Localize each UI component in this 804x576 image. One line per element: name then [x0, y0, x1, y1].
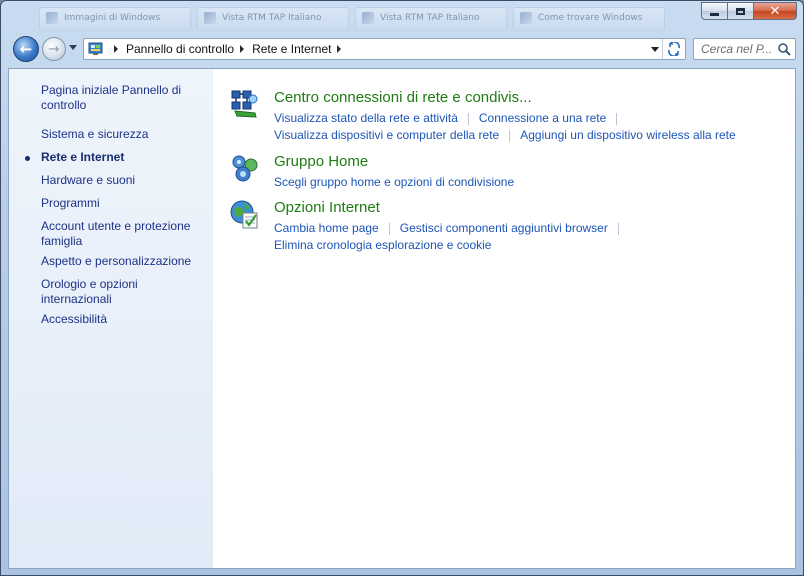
link-separator [509, 129, 511, 142]
search-input[interactable] [694, 39, 776, 59]
main-panel: Centro connessioni di rete e condivis...… [213, 69, 795, 568]
sidebar-item-system-security[interactable]: Sistema e sicurezza [41, 127, 201, 142]
minimize-button[interactable] [701, 2, 727, 20]
chevron-down-icon[interactable] [651, 47, 659, 52]
homegroup-icon[interactable] [229, 153, 261, 185]
sidebar-item-appearance[interactable]: Aspetto e personalizzazione [41, 254, 201, 269]
window-icon [520, 12, 532, 24]
sidebar-item-hardware-sound[interactable]: Hardware e suoni [41, 173, 201, 188]
window-icon [362, 12, 374, 24]
section-links-row: Scegli gruppo home e opzioni di condivis… [274, 175, 514, 189]
link-connect-to-network[interactable]: Connessione a una rete [479, 111, 606, 125]
arrow-right-icon: → [48, 41, 60, 57]
background-tab-label: Immagini di Windows [64, 13, 161, 23]
link-separator [616, 112, 618, 125]
sidebar-item-network-internet[interactable]: Rete e Internet [41, 150, 201, 165]
section-title-homegroup[interactable]: Gruppo Home [274, 153, 368, 170]
address-bar[interactable]: Pannello di controllo Rete e Internet [83, 38, 686, 60]
sidebar-item-user-accounts[interactable]: Account utente e protezione famiglia [41, 219, 201, 249]
minimize-icon [710, 12, 719, 16]
section-links-row: Elimina cronologia esplorazione e cookie [274, 238, 491, 252]
control-panel-icon [88, 42, 103, 55]
background-window-tab: Vista RTM TAP Italiano [355, 7, 507, 31]
link-add-wireless-device[interactable]: Aggiungi un dispositivo wireless alla re… [520, 128, 735, 142]
search-box[interactable] [693, 38, 796, 60]
link-choose-homegroup[interactable]: Scegli gruppo home e opzioni di condivis… [274, 175, 514, 189]
window-icon [46, 12, 58, 24]
recent-pages-dropdown[interactable] [69, 45, 77, 50]
link-separator [388, 222, 390, 235]
background-window-tab: Immagini di Windows [39, 7, 191, 31]
title-bar[interactable]: Immagini di Windows Vista RTM TAP Italia… [1, 1, 803, 33]
close-icon: ✕ [769, 3, 781, 19]
refresh-button[interactable] [662, 39, 685, 59]
sidebar: Pagina iniziale Pannello di controllo Si… [9, 69, 213, 568]
background-tab-label: Come trovare Windows [538, 13, 643, 23]
chevron-right-icon[interactable] [114, 45, 118, 53]
content-area: Pagina iniziale Pannello di controllo Si… [8, 68, 796, 569]
internet-options-icon[interactable] [229, 199, 261, 231]
search-icon[interactable] [777, 42, 791, 56]
link-delete-history[interactable]: Elimina cronologia esplorazione e cookie [274, 238, 491, 252]
link-view-network-status[interactable]: Visualizza stato della rete e attività [274, 111, 458, 125]
breadcrumb-item[interactable]: Rete e Internet [252, 42, 331, 56]
chevron-right-icon[interactable] [337, 45, 342, 53]
navigation-bar: ← → Pannello di controllo Rete e Interne… [1, 33, 803, 65]
section-title-network-center[interactable]: Centro connessioni di rete e condivis... [274, 89, 532, 106]
section-links-row: Visualizza stato della rete e attività Co… [274, 111, 627, 125]
link-separator [467, 112, 469, 125]
sidebar-item-accessibility[interactable]: Accessibilità [41, 312, 201, 327]
maximize-icon [736, 7, 745, 15]
link-change-home-page[interactable]: Cambia home page [274, 221, 379, 235]
refresh-icon [668, 42, 680, 56]
background-window-tab: Come trovare Windows [513, 7, 665, 31]
sidebar-item-home[interactable]: Pagina iniziale Pannello di controllo [41, 83, 201, 113]
link-view-network-devices[interactable]: Visualizza dispositivi e computer della … [274, 128, 499, 142]
caption-buttons: ✕ [701, 2, 797, 20]
arrow-left-icon: ← [19, 40, 33, 58]
background-tab-label: Vista RTM TAP Italiano [222, 13, 322, 23]
window-icon [204, 12, 216, 24]
forward-button[interactable]: → [42, 37, 66, 61]
back-button[interactable]: ← [13, 36, 39, 62]
sidebar-item-programs[interactable]: Programmi [41, 196, 201, 211]
current-item-bullet-icon [25, 156, 30, 161]
section-links-row: Cambia home page Gestisci componenti aggi… [274, 221, 629, 235]
breadcrumb: Pannello di controllo Rete e Internet [108, 39, 349, 59]
chevron-right-icon[interactable] [240, 45, 245, 53]
link-manage-addons[interactable]: Gestisci componenti aggiuntivi browser [400, 221, 608, 235]
network-center-icon[interactable] [229, 89, 261, 121]
sidebar-item-clock-region[interactable]: Orologio e opzioni internazionali [41, 277, 201, 307]
close-button[interactable]: ✕ [753, 2, 797, 20]
background-window-tab: Vista RTM TAP Italiano [197, 7, 349, 31]
maximize-button[interactable] [727, 2, 753, 20]
section-links-row: Visualizza dispositivi e computer della … [274, 128, 736, 142]
control-panel-window: Immagini di Windows Vista RTM TAP Italia… [0, 0, 804, 576]
section-title-internet-options[interactable]: Opzioni Internet [274, 199, 380, 216]
breadcrumb-item[interactable]: Pannello di controllo [126, 42, 234, 56]
link-separator [617, 222, 619, 235]
background-tab-label: Vista RTM TAP Italiano [380, 13, 480, 23]
